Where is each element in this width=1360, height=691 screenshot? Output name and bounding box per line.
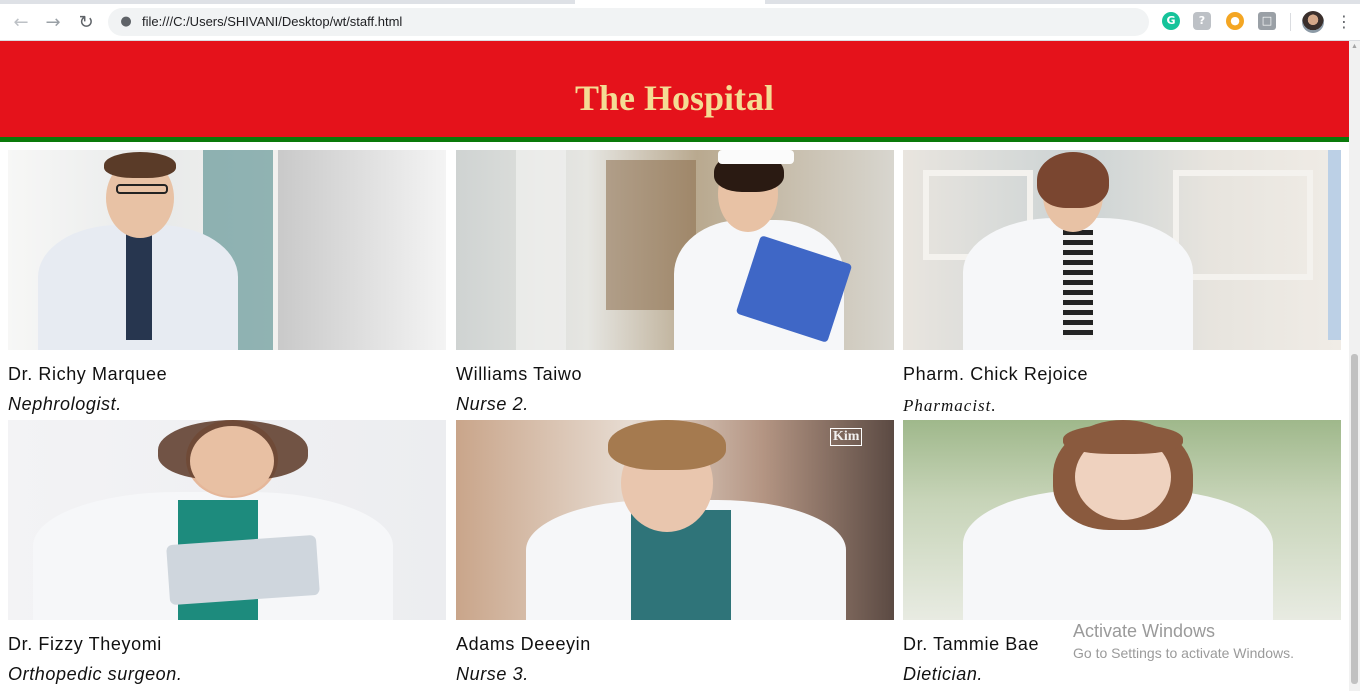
- staff-photo: [903, 420, 1341, 620]
- staff-role: Nurse 3.: [456, 664, 529, 684]
- forward-arrow-icon[interactable]: →: [41, 10, 65, 34]
- staff-card: Dr. Fizzy Theyomi Orthopedic surgeon.: [8, 420, 446, 684]
- staff-card: Williams Taiwo Nurse 2.: [456, 150, 894, 414]
- staff-role: Nephrologist.: [8, 394, 122, 414]
- staff-role: Orthopedic surgeon.: [8, 664, 183, 684]
- staff-photo: [456, 150, 894, 350]
- staff-card: Kim Adams Deeeyin Nurse 3.: [456, 420, 894, 684]
- scroll-up-arrow-icon[interactable]: ▲: [1351, 43, 1358, 50]
- staff-card: Dr. Richy Marquee Nephrologist.: [8, 150, 446, 414]
- toolbar-divider: [1290, 13, 1291, 31]
- active-tab[interactable]: [575, 0, 765, 4]
- address-url[interactable]: file:///C:/Users/SHIVANI/Desktop/wt/staf…: [142, 14, 402, 29]
- staff-name: Pharm. Chick Rejoice: [903, 364, 1089, 384]
- staff-photo: [8, 150, 446, 350]
- shield-extension-icon[interactable]: ?: [1193, 12, 1211, 30]
- back-arrow-icon[interactable]: ←: [9, 10, 33, 34]
- activate-windows-watermark: Activate Windows Go to Settings to activ…: [1073, 621, 1294, 661]
- staff-card: Dr. Tammie Bae Dietician.: [903, 420, 1341, 684]
- vertical-scrollbar[interactable]: ▲: [1349, 41, 1360, 691]
- staff-name: Adams Deeeyin: [456, 634, 591, 654]
- staff-name: Dr. Fizzy Theyomi: [8, 634, 162, 654]
- copy-extension-icon[interactable]: □: [1258, 12, 1276, 30]
- photo-watermark: Kim: [830, 428, 863, 446]
- browser-toolbar: ← → ↻ ● file:///C:/Users/SHIVANI/Desktop…: [0, 0, 1360, 41]
- staff-role: Nurse 2.: [456, 394, 529, 414]
- staff-card: Pharm. Chick Rejoice Pharmacist.: [903, 150, 1341, 415]
- profile-avatar[interactable]: [1302, 11, 1324, 33]
- grammarly-icon[interactable]: G: [1162, 12, 1180, 30]
- staff-photo: [903, 150, 1341, 350]
- activate-windows-title: Activate Windows: [1073, 621, 1216, 641]
- staff-photo: Kim: [456, 420, 894, 620]
- page-header: The Hospital: [0, 41, 1349, 142]
- staff-photo: [8, 420, 446, 620]
- activate-windows-subtitle: Go to Settings to activate Windows.: [1073, 645, 1294, 661]
- kebab-menu-icon[interactable]: ⋮: [1336, 10, 1352, 34]
- staff-name: Williams Taiwo: [456, 364, 583, 384]
- staff-name: Dr. Tammie Bae: [903, 634, 1040, 654]
- page-viewport: The Hospital Dr. Richy Marquee Nephrolog…: [0, 41, 1349, 691]
- staff-name: Dr. Richy Marquee: [8, 364, 168, 384]
- reload-icon[interactable]: ↻: [74, 10, 98, 34]
- scrollbar-thumb[interactable]: [1351, 354, 1358, 684]
- cookie-extension-icon[interactable]: ●: [1226, 12, 1244, 30]
- staff-role: Pharmacist.: [903, 396, 997, 415]
- globe-icon[interactable]: ●: [118, 14, 134, 30]
- page-title: The Hospital: [574, 78, 775, 118]
- tab-strip: [0, 0, 1360, 4]
- staff-role: Dietician.: [903, 664, 984, 684]
- address-bar[interactable]: ● file:///C:/Users/SHIVANI/Desktop/wt/st…: [108, 8, 1149, 36]
